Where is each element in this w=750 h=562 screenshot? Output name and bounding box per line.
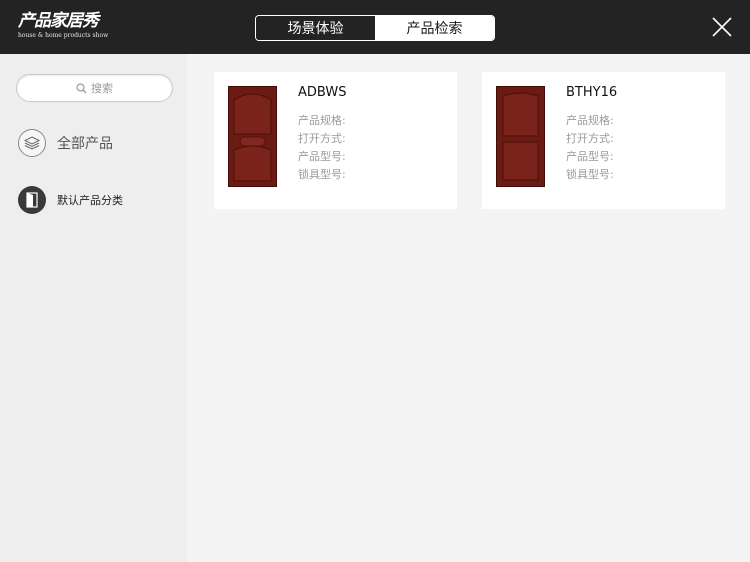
spec-lock-model-label: 锁具型号: [566, 168, 614, 181]
segmented-control: 场景体验 产品检索 [255, 15, 495, 41]
close-icon [712, 17, 732, 37]
product-card[interactable]: BTHY16 产品规格: 打开方式: 产品型号: 锁具型号: [482, 72, 725, 209]
door-product-image [228, 86, 277, 187]
product-name: ADBWS [298, 85, 347, 100]
tab-product-search[interactable]: 产品检索 [375, 16, 494, 40]
sidebar: 搜索 全部产品 默认产品分类 [0, 54, 187, 562]
spec-lock-model-label: 锁具型号: [298, 168, 346, 181]
spec-open-method-label: 打开方式: [566, 132, 614, 145]
product-card[interactable]: ADBWS 产品规格: 打开方式: 产品型号: 锁具型号: [214, 72, 457, 209]
door-product-image [496, 86, 545, 187]
sidebar-item-label: 全部产品 [57, 136, 113, 152]
product-name: BTHY16 [566, 85, 618, 100]
layers-icon [18, 129, 46, 157]
door-icon [18, 186, 46, 214]
logo-subtitle: house & home products show [18, 32, 109, 39]
spec-open-method-label: 打开方式: [298, 132, 346, 145]
close-button[interactable] [712, 17, 732, 37]
search-icon [76, 82, 87, 93]
product-specs: 产品规格: 打开方式: 产品型号: 锁具型号: [566, 112, 614, 184]
spec-model-label: 产品型号: [298, 150, 346, 163]
product-specs: 产品规格: 打开方式: 产品型号: 锁具型号: [298, 112, 346, 184]
tab-scene-experience[interactable]: 场景体验 [256, 16, 375, 40]
sidebar-item-label: 默认产品分类 [57, 194, 123, 207]
sidebar-item-all-products[interactable]: 全部产品 [18, 129, 113, 157]
search-input[interactable]: 搜索 [16, 74, 173, 102]
search-placeholder: 搜索 [91, 82, 113, 95]
app-logo: 产品家居秀 house & home products show [18, 11, 108, 40]
spec-size-label: 产品规格: [298, 114, 346, 127]
logo-title: 产品家居秀 [18, 11, 99, 31]
spec-model-label: 产品型号: [566, 150, 614, 163]
spec-size-label: 产品规格: [566, 114, 614, 127]
top-bar: 产品家居秀 house & home products show 场景体验 产品… [0, 0, 750, 54]
sidebar-item-default-category[interactable]: 默认产品分类 [18, 186, 123, 214]
